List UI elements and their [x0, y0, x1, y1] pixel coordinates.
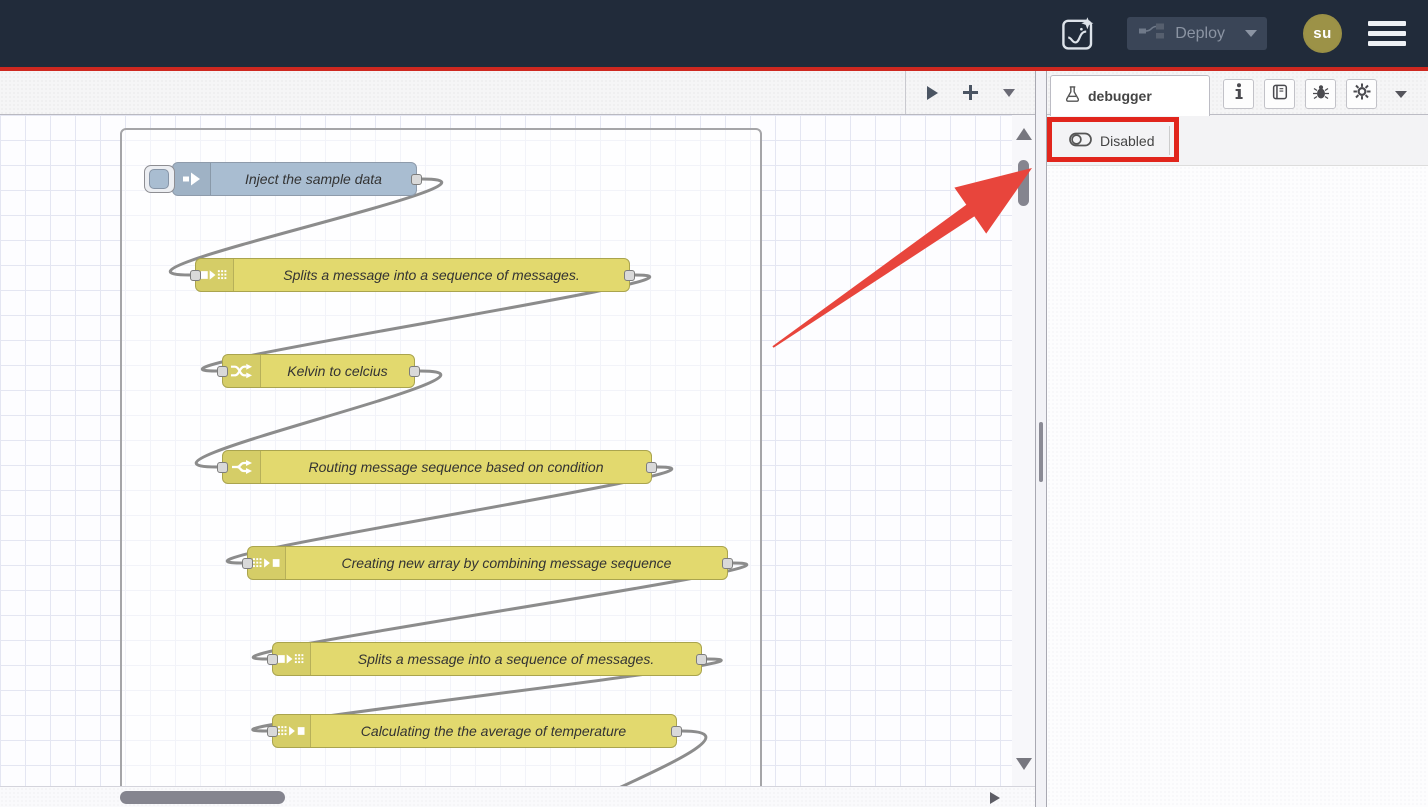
settings-button[interactable]: [1346, 79, 1377, 109]
tab-controls: [905, 71, 1035, 114]
split-icon: [273, 643, 311, 675]
flow-node-change[interactable]: Kelvin to celcius: [222, 354, 415, 388]
flow-node-split[interactable]: Splits a message into a sequence of mess…: [272, 642, 702, 676]
node-label: Creating new array by combining message …: [286, 547, 727, 579]
deploy-button[interactable]: Deploy: [1127, 17, 1267, 50]
scroll-up-arrow[interactable]: [1016, 128, 1032, 140]
menu-icon: [1368, 21, 1406, 26]
workspace: Inject the sample data Splits a message i…: [0, 71, 1035, 807]
switch-icon: [223, 451, 261, 483]
main-area: Inject the sample data Splits a message i…: [0, 71, 1428, 807]
node-output-port[interactable]: [624, 270, 635, 281]
user-avatar[interactable]: su: [1303, 14, 1342, 53]
help-book-button[interactable]: [1264, 79, 1295, 109]
debug-toolbar: Disabled: [1047, 115, 1428, 166]
debug-messages-panel: [1047, 166, 1428, 807]
node-label: Routing message sequence based on condit…: [261, 451, 651, 483]
debug-toolbar-separator: [1169, 126, 1170, 155]
node-output-port[interactable]: [409, 366, 420, 377]
flow-node-join[interactable]: Creating new array by combining message …: [247, 546, 728, 580]
join-icon: [248, 547, 286, 579]
main-menu-button[interactable]: [1368, 16, 1406, 51]
node-input-port[interactable]: [267, 726, 278, 737]
gear-icon: [1353, 83, 1371, 105]
flow-node-join[interactable]: Calculating the the average of temperatu…: [272, 714, 677, 748]
node-input-port[interactable]: [217, 366, 228, 377]
app-header: Deploy su: [0, 0, 1428, 67]
node-output-port[interactable]: [671, 726, 682, 737]
horizontal-scrollbar[interactable]: [0, 786, 1047, 807]
node-input-port[interactable]: [267, 654, 278, 665]
sidebar-tabs-chevron[interactable]: [1395, 91, 1407, 98]
toggle-off-icon: [1069, 132, 1092, 150]
node-label: Calculating the the average of temperatu…: [311, 715, 676, 747]
deploy-label: Deploy: [1175, 25, 1225, 43]
flow-canvas[interactable]: Inject the sample data Splits a message i…: [0, 115, 1035, 786]
debug-disabled-label: Disabled: [1100, 133, 1154, 149]
deploy-options-chevron[interactable]: [1245, 30, 1257, 37]
info-button[interactable]: [1223, 79, 1254, 109]
flow-assistant-icon[interactable]: [1061, 16, 1097, 52]
node-output-port[interactable]: [646, 462, 657, 473]
node-label: Splits a message into a sequence of mess…: [311, 643, 701, 675]
node-input-port[interactable]: [242, 558, 253, 569]
node-label: Splits a message into a sequence of mess…: [234, 259, 629, 291]
node-label: Inject the sample data: [211, 163, 416, 195]
scroll-down-arrow[interactable]: [1016, 758, 1032, 770]
debug-disabled-toggle-button[interactable]: Disabled: [1061, 125, 1162, 156]
info-icon: [1235, 83, 1243, 105]
flask-icon: [1065, 86, 1080, 107]
change-icon: [223, 355, 261, 387]
node-input-port[interactable]: [190, 270, 201, 281]
splitter-grip[interactable]: [1039, 422, 1043, 482]
sidebar-toolbar: debugger: [1047, 71, 1428, 115]
vertical-scroll-thumb[interactable]: [1018, 160, 1029, 206]
inject-icon: [173, 163, 211, 195]
add-flow-button[interactable]: [962, 84, 979, 101]
book-icon: [1271, 84, 1288, 105]
debug-bug-button[interactable]: [1305, 79, 1336, 109]
scroll-right-arrow[interactable]: [990, 792, 1000, 804]
vertical-scrollbar[interactable]: [1012, 115, 1035, 786]
flow-node-switch[interactable]: Routing message sequence based on condit…: [222, 450, 652, 484]
node-input-port[interactable]: [217, 462, 228, 473]
scroll-tabs-right-button[interactable]: [926, 85, 939, 101]
horizontal-scroll-thumb[interactable]: [120, 791, 285, 804]
node-output-port[interactable]: [411, 174, 422, 185]
sidebar: debugger: [1047, 71, 1428, 807]
sidebar-splitter[interactable]: [1035, 71, 1047, 807]
split-icon: [196, 259, 234, 291]
workspace-tabbar: [0, 71, 1035, 115]
flow-list-chevron[interactable]: [1003, 89, 1015, 97]
node-red-app: Deploy su: [0, 0, 1428, 807]
flow-node-inject[interactable]: Inject the sample data: [172, 162, 417, 196]
inject-trigger-button[interactable]: [144, 165, 175, 193]
tab-debugger-label: debugger: [1088, 88, 1152, 104]
bug-icon: [1312, 84, 1330, 105]
tab-debugger[interactable]: debugger: [1050, 75, 1210, 116]
deploy-icon: [1139, 23, 1165, 44]
node-output-port[interactable]: [696, 654, 707, 665]
flow-node-split[interactable]: Splits a message into a sequence of mess…: [195, 258, 630, 292]
node-output-port[interactable]: [722, 558, 733, 569]
node-label: Kelvin to celcius: [261, 355, 414, 387]
join-icon: [273, 715, 311, 747]
